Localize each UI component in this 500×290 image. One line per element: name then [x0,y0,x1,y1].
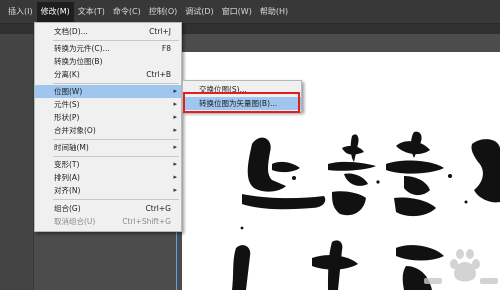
menu-item-combine-objects[interactable]: 合并对象(O) ▸ [35,124,181,137]
menu-item-arrange[interactable]: 排列(A) ▸ [35,171,181,184]
menu-item-label: 排列(A) [54,173,80,182]
menu-item-label: 元件(S) [54,100,80,109]
menu-item-label: 文档(D)... [54,27,88,36]
tools-panel [0,34,34,290]
menu-item-document[interactable]: 文档(D)... Ctrl+J [35,25,181,38]
menu-item-label: 形状(P) [54,113,80,122]
menu-separator [53,139,179,140]
menu-item-align[interactable]: 对齐(N) ▸ [35,184,181,197]
submenu-arrow-icon: ▸ [173,126,177,134]
menu-item-transform[interactable]: 变形(T) ▸ [35,158,181,171]
menu-separator [53,156,179,157]
menu-item-shortcut: F8 [161,44,171,53]
modify-menu: 文档(D)... Ctrl+J 转换为元件(C)... F8 转换为位图(B) … [34,22,182,232]
menu-control[interactable]: 控制(O) [145,2,182,22]
submenu-arrow-icon: ▸ [173,160,177,168]
menu-item-shortcut: Ctrl+J [149,27,171,36]
menu-debug[interactable]: 调试(D) [181,2,217,22]
menu-item-shortcut: Ctrl+Shift+G [122,217,171,226]
submenu-arrow-icon: ▸ [173,87,177,95]
menu-item-label: 合并对象(O) [54,126,96,135]
menu-item-label: 位图(W) [54,87,83,96]
menu-item-symbol[interactable]: 元件(S) ▸ [35,98,181,111]
menu-separator [53,40,179,41]
menu-item-label: 组合(G) [54,204,81,213]
menu-item-label: 取消组合(U) [54,217,96,226]
baidu-watermark-logo [424,249,498,284]
menu-item-label: 交换位图(S)... [199,85,247,94]
menu-item-convert-to-bitmap[interactable]: 转换为位图(B) [35,55,181,68]
menu-separator [53,199,179,200]
menu-item-shortcut: Ctrl+G [145,204,171,213]
menu-item-label: 变形(T) [54,160,80,169]
menu-item-label: 对齐(N) [54,186,81,195]
menu-item-group[interactable]: 组合(G) Ctrl+G [35,202,181,215]
menu-item-label: 转换为元件(C)... [54,44,110,53]
menu-text[interactable]: 文本(T) [74,2,109,22]
submenu-arrow-icon: ▸ [173,143,177,151]
submenu-item-trace-bitmap[interactable]: 转换位图为矢量图(B)... [183,97,301,110]
submenu-arrow-icon: ▸ [173,173,177,181]
menu-item-timeline[interactable]: 时间轴(M) ▸ [35,141,181,154]
submenu-arrow-icon: ▸ [173,100,177,108]
menu-separator [53,83,179,84]
menu-item-label: 转换位图为矢量图(B)... [199,99,278,108]
bitmap-submenu: 交换位图(S)... 转换位图为矢量图(B)... [182,80,302,112]
menu-modify[interactable]: 修改(M) [36,1,74,22]
menu-insert[interactable]: 插入(I) [4,2,37,22]
menu-bar: 插入(I) 修改(M) 文本(T) 命令(C) 控制(O) 调试(D) 窗口(W… [0,0,500,24]
menu-item-ungroup: 取消组合(U) Ctrl+Shift+G [35,215,181,228]
menu-commands[interactable]: 命令(C) [109,2,145,22]
submenu-arrow-icon: ▸ [173,113,177,121]
menu-item-break-apart[interactable]: 分离(K) Ctrl+B [35,68,181,81]
menu-item-label: 时间轴(M) [54,143,89,152]
menu-item-label: 转换为位图(B) [54,57,103,66]
menu-item-shortcut: Ctrl+B [146,70,171,79]
submenu-item-swap-bitmap[interactable]: 交换位图(S)... [183,83,301,96]
menu-item-label: 分离(K) [54,70,80,79]
menu-window[interactable]: 窗口(W) [218,2,256,22]
submenu-arrow-icon: ▸ [173,186,177,194]
menu-item-shape[interactable]: 形状(P) ▸ [35,111,181,124]
menu-item-bitmap[interactable]: 位图(W) ▸ [35,85,181,98]
menu-help[interactable]: 帮助(H) [256,2,292,22]
menu-item-convert-to-symbol[interactable]: 转换为元件(C)... F8 [35,42,181,55]
